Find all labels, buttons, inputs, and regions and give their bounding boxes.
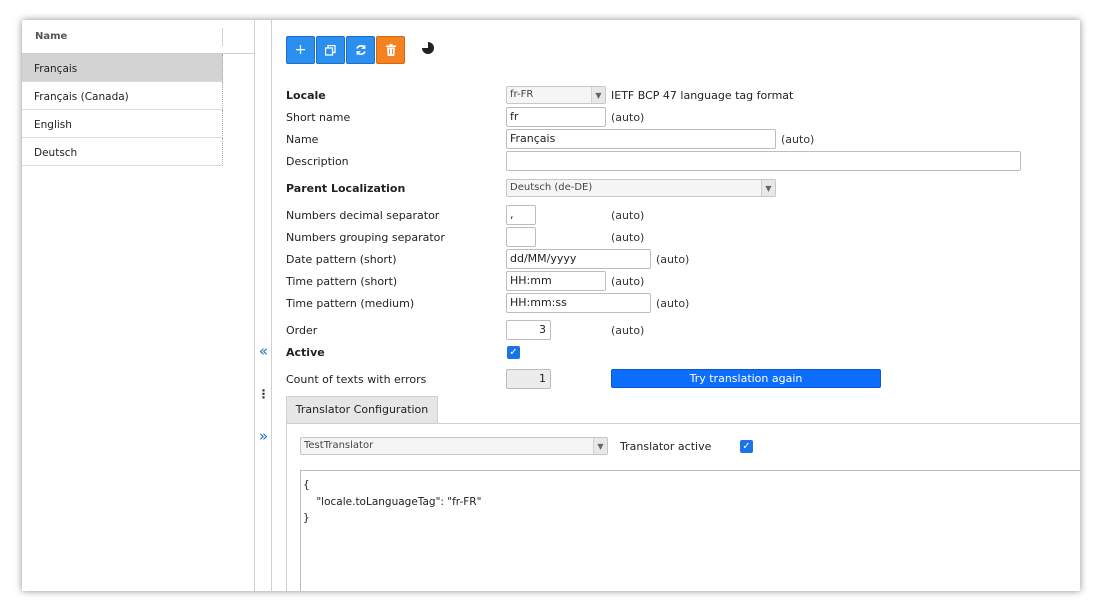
refresh-icon [355,45,366,55]
translator-active-checkbox[interactable]: ✓ [740,440,753,453]
date-pattern-short-input[interactable]: dd/MM/yyyy [506,249,651,269]
detail-panel: + Locale fr-FR ▼ IETF BCP 47 language ta… [272,20,1080,591]
time-pattern-short-label: Time pattern (short) [286,275,398,288]
tab-translator-configuration[interactable]: Translator Configuration [286,396,438,423]
list-item-label: Deutsch [34,147,78,159]
translator-active-label: Translator active [620,440,712,453]
chevron-down-icon: ▼ [591,87,605,103]
delete-button[interactable] [376,36,405,64]
error-count-field: 1 [506,369,551,389]
trash-icon [385,44,396,56]
short-name-label: Short name [286,111,351,124]
json-line: { [303,479,310,491]
checkmark-icon: ✓ [509,347,518,358]
parent-select-value: Deutsch (de-DE) [510,182,593,193]
auto-indicator: (auto) [656,297,690,310]
add-button[interactable]: + [286,36,315,64]
copy-icon [325,44,336,56]
list-item[interactable]: Français (Canada) [22,82,223,110]
parent-localization-select[interactable]: Deutsch (de-DE) ▼ [506,179,776,197]
locale-label: Locale [286,89,326,102]
locale-hint: IETF BCP 47 language tag format [611,89,794,102]
auto-indicator: (auto) [781,133,815,146]
auto-indicator: (auto) [611,209,645,222]
locale-list: Name Français Français (Canada) English … [22,20,255,591]
grouping-separator-label: Numbers grouping separator [286,231,445,244]
translator-config-editor[interactable]: { "locale.toLanguageTag": "fr-FR" } [300,470,1080,591]
date-pattern-short-label: Date pattern (short) [286,253,397,266]
refresh-button[interactable] [346,36,375,64]
parent-localization-label: Parent Localization [286,182,406,195]
auto-indicator: (auto) [656,253,690,266]
toolbar: + [286,36,405,64]
name-input[interactable]: Français [506,129,776,149]
chevron-down-icon: ▼ [761,180,775,196]
app-window: Name Français Français (Canada) English … [22,20,1080,591]
error-count-label: Count of texts with errors [286,373,427,386]
list-header-name: Name [35,31,68,42]
time-pattern-medium-label: Time pattern (medium) [286,297,415,310]
order-label: Order [286,324,318,337]
duplicate-button[interactable] [316,36,345,64]
list-item-label: English [34,119,72,131]
pie-chart-icon[interactable] [422,42,434,54]
time-pattern-medium-input[interactable]: HH:mm:ss [506,293,651,313]
list-item[interactable]: Deutsch [22,138,223,166]
auto-indicator: (auto) [611,111,645,124]
translator-select[interactable]: TestTranslator ▼ [300,437,608,455]
list-header[interactable]: Name [22,20,254,54]
translator-config-panel: TestTranslator ▼ Translator active ✓ { "… [286,423,1080,591]
decimal-separator-label: Numbers decimal separator [286,209,440,222]
checkmark-icon: ✓ [742,441,751,452]
order-input[interactable]: 3 [506,320,551,340]
locale-select[interactable]: fr-FR ▼ [506,86,606,104]
auto-indicator: (auto) [611,275,645,288]
auto-indicator: (auto) [611,324,645,337]
chevron-down-icon: ▼ [593,438,607,454]
list-item[interactable]: English [22,110,223,138]
auto-indicator: (auto) [611,231,645,244]
collapse-left-icon[interactable]: « [255,344,272,359]
grouping-separator-input[interactable] [506,227,536,247]
short-name-input[interactable]: fr [506,107,606,127]
list-item-label: Français [34,63,78,75]
locale-select-value: fr-FR [510,89,534,100]
try-translation-button[interactable]: Try translation again [611,369,881,388]
time-pattern-short-input[interactable]: HH:mm [506,271,606,291]
drag-handle-icon[interactable]: ⋮ [255,387,272,401]
column-divider[interactable] [222,28,223,46]
active-checkbox[interactable]: ✓ [507,346,520,359]
json-line: } [303,512,310,524]
name-label: Name [286,133,319,146]
description-input[interactable] [506,151,1021,171]
json-line: "locale.toLanguageTag": "fr-FR" [303,495,482,508]
list-item[interactable]: Français [22,54,223,82]
list-item-label: Français (Canada) [34,91,129,103]
decimal-separator-input[interactable]: , [506,205,536,225]
expand-right-icon[interactable]: » [255,429,272,444]
active-label: Active [286,346,325,359]
description-label: Description [286,155,349,168]
plus-icon: + [294,42,307,58]
panel-splitter[interactable]: « ⋮ » [255,20,272,591]
translator-select-value: TestTranslator [304,440,374,451]
